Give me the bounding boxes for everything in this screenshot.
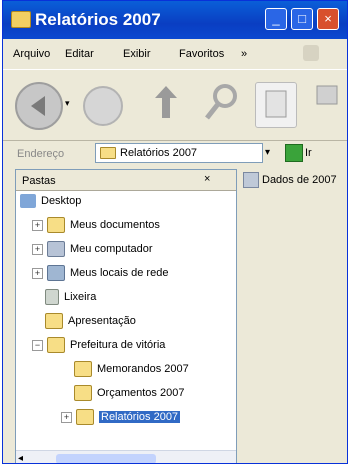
folder-icon [74, 385, 92, 402]
tree-item-apresentacao[interactable]: Apresentação [45, 310, 136, 332]
folders-button[interactable] [255, 82, 297, 128]
toolbar: ▾ [3, 69, 347, 141]
file-item[interactable]: Dados de 2007 [243, 172, 337, 188]
tree-item-desktop[interactable]: Desktop [20, 190, 81, 212]
folders-pane: Pastas × Desktop + Meus documentos + Meu c… [15, 169, 237, 463]
address-bar: Endereço Relatórios 2007 ▾ Ir [3, 141, 347, 167]
expand-icon[interactable]: + [61, 411, 72, 423]
recycle-bin-icon [45, 289, 59, 306]
desktop-icon [20, 194, 36, 209]
folders-pane-close-button[interactable]: × [204, 173, 210, 185]
go-button[interactable]: Ir [305, 147, 312, 159]
address-input[interactable]: Relatórios 2007 [95, 143, 263, 163]
title-bar[interactable]: Relatórios 2007 _ □ × [3, 1, 347, 39]
tree-item-prefeitura-de-vitoria[interactable]: − Prefeitura de vitória [32, 334, 165, 356]
folder-icon [74, 361, 92, 378]
go-arrow-icon[interactable] [285, 144, 303, 162]
scroll-left-icon[interactable]: ◂ [18, 453, 23, 463]
back-dropdown-icon[interactable]: ▾ [65, 98, 70, 109]
back-arrow-icon [31, 96, 45, 116]
file-item-label: Dados de 2007 [262, 173, 337, 186]
menu-favoritos[interactable]: Favoritos [179, 48, 224, 60]
search-button[interactable] [203, 82, 241, 122]
forward-button[interactable] [83, 86, 123, 126]
back-button[interactable] [15, 82, 63, 130]
collapse-icon[interactable]: − [32, 339, 43, 351]
tree-item-lixeira[interactable]: Lixeira [45, 286, 96, 308]
minimize-button[interactable]: _ [265, 8, 287, 30]
tree-item-meus-documentos[interactable]: + Meus documentos [32, 214, 160, 236]
tree-item-meus-locais-de-rede[interactable]: + Meus locais de rede [32, 262, 168, 284]
address-dropdown-icon[interactable]: ▾ [265, 147, 270, 158]
folder-open-icon [47, 337, 65, 354]
tree-item-memorandos-2007[interactable]: Memorandos 2007 [74, 358, 189, 380]
horizontal-scrollbar[interactable]: ◂ [16, 450, 236, 463]
scroll-thumb[interactable] [56, 454, 156, 463]
folders-pane-header: Pastas × [16, 170, 236, 191]
address-label: Endereço [17, 148, 65, 160]
views-icon [316, 85, 338, 105]
up-folder-icon [155, 86, 177, 118]
network-icon [47, 265, 65, 282]
up-folder-button[interactable] [151, 84, 181, 122]
menu-arquivo[interactable]: Arquivo [13, 48, 50, 60]
folders-pane-title: Pastas [22, 175, 56, 187]
folder-icon [45, 313, 63, 330]
close-button[interactable]: × [317, 8, 339, 30]
document-icon [243, 172, 259, 188]
folder-icon [76, 409, 94, 426]
tree-item-meu-computador[interactable]: + Meu computador [32, 238, 153, 260]
views-button[interactable] [313, 80, 343, 110]
window-title: Relatórios 2007 [35, 10, 161, 29]
expand-icon[interactable]: + [32, 243, 43, 255]
maximize-button[interactable]: □ [291, 8, 313, 30]
folder-icon [11, 11, 31, 28]
tree-item-relatorios-2007[interactable]: + Relatórios 2007 [61, 406, 181, 428]
documents-folder-icon [47, 217, 65, 234]
windows-logo-icon [303, 45, 319, 61]
menu-exibir[interactable]: Exibir [123, 48, 151, 60]
menu-editar[interactable]: Editar [65, 48, 94, 60]
tree-item-orcamentos-2007[interactable]: Orçamentos 2007 [74, 382, 184, 404]
address-value: Relatórios 2007 [120, 147, 198, 159]
expand-icon[interactable]: + [32, 267, 43, 279]
search-icon [205, 84, 237, 120]
folder-icon [100, 147, 116, 159]
expand-icon[interactable]: + [32, 219, 43, 231]
menu-more[interactable]: » [241, 48, 247, 60]
computer-icon [47, 241, 65, 258]
explorer-window: Relatórios 2007 _ □ × Arquivo Editar Exi… [2, 0, 348, 464]
folders-icon [265, 90, 287, 118]
menu-bar: Arquivo Editar Exibir Favoritos » [3, 41, 347, 67]
